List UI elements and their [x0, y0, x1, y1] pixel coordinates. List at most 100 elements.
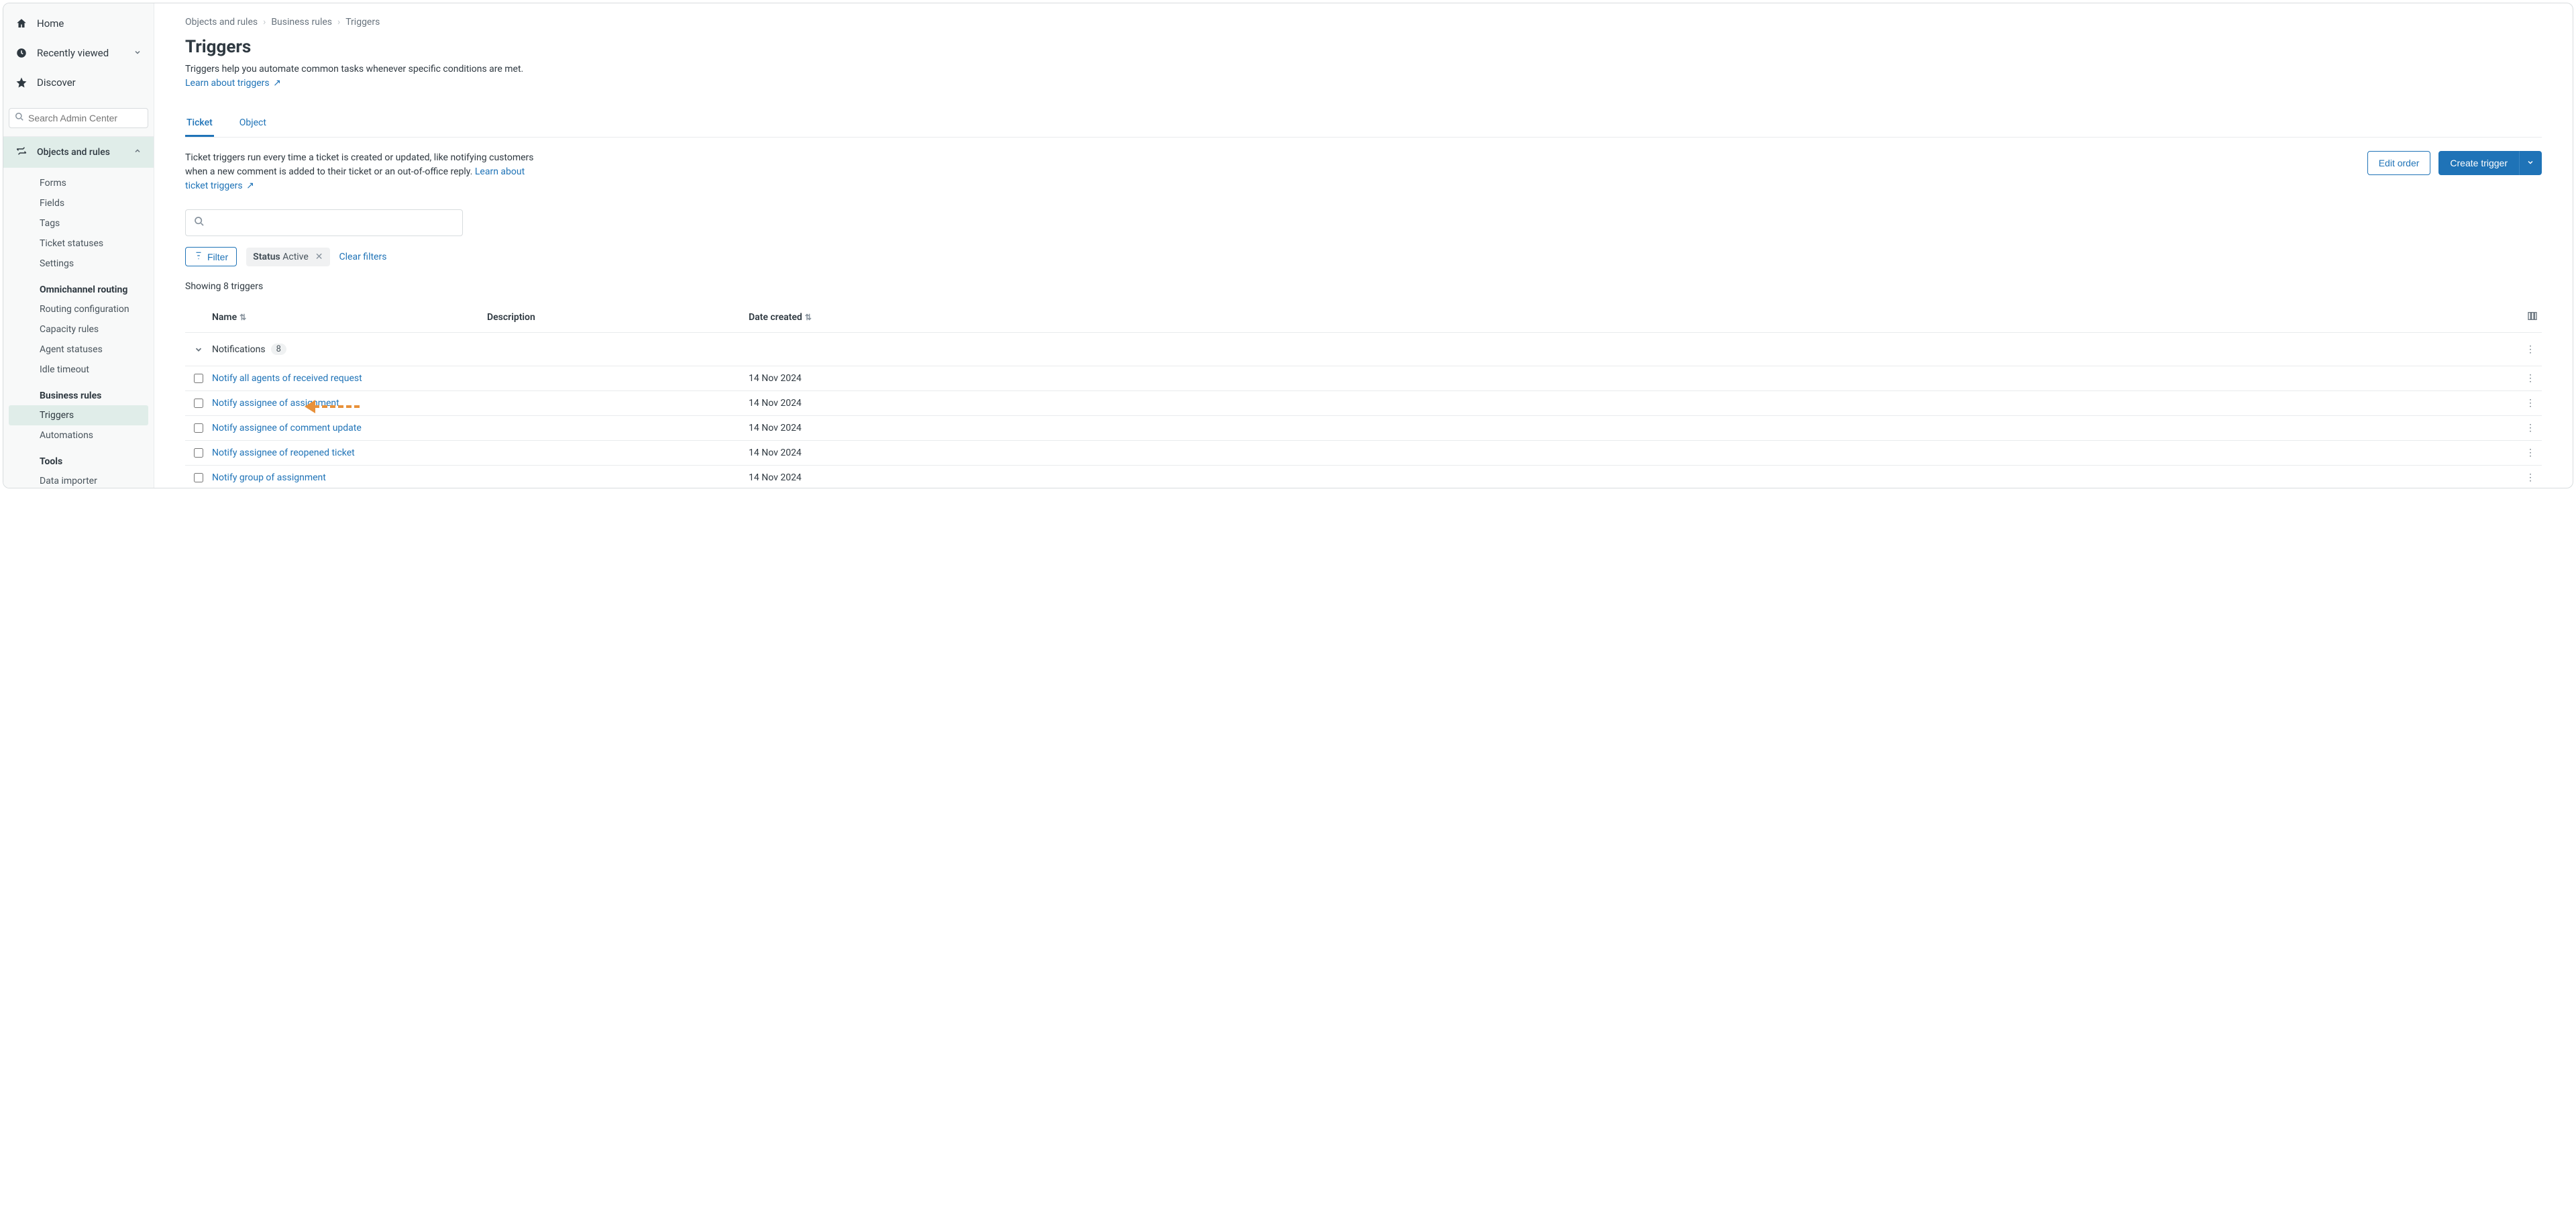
- table-row: Notify all agents of received request 14…: [185, 366, 2542, 391]
- home-icon: [15, 17, 28, 30]
- collapse-group-icon[interactable]: [185, 345, 212, 354]
- nav-home-label: Home: [37, 17, 64, 30]
- objects-rules-icon: [15, 145, 28, 160]
- sidebar-item-ticket-statuses[interactable]: Ticket statuses: [3, 233, 154, 254]
- row-checkbox[interactable]: [194, 448, 203, 458]
- breadcrumb-objects[interactable]: Objects and rules: [185, 17, 258, 28]
- row-checkbox[interactable]: [194, 423, 203, 433]
- nav-recently-viewed[interactable]: Recently viewed: [3, 38, 154, 68]
- clear-filters-link[interactable]: Clear filters: [339, 252, 387, 262]
- trigger-link[interactable]: Notify assignee of reopened ticket: [212, 448, 355, 458]
- filter-button[interactable]: Filter: [185, 247, 237, 266]
- sidebar: Home Recently viewed Discover Objects an…: [3, 3, 154, 488]
- trigger-group-row: Notifications 8 ⋮: [185, 333, 2542, 366]
- table-row: Notify assignee of reopened ticket 14 No…: [185, 441, 2542, 466]
- create-trigger-split: Create trigger: [2438, 151, 2542, 175]
- nav-discover-label: Discover: [37, 76, 76, 89]
- chevron-up-icon: [133, 147, 142, 158]
- breadcrumb-sep: ›: [263, 17, 266, 28]
- sidebar-item-settings[interactable]: Settings: [3, 254, 154, 274]
- group-business-rules: Business rules: [3, 380, 154, 405]
- row-date: 14 Nov 2024: [749, 472, 970, 483]
- row-actions-menu[interactable]: ⋮: [970, 373, 2542, 384]
- row-checkbox[interactable]: [194, 399, 203, 408]
- page-description: Triggers help you automate common tasks …: [185, 62, 2542, 91]
- trigger-link[interactable]: Notify assignee of assignment: [212, 398, 339, 409]
- sidebar-item-tags[interactable]: Tags: [3, 213, 154, 233]
- col-date-created[interactable]: Date created ⇅: [749, 312, 970, 323]
- external-link-icon: ↗: [244, 180, 254, 191]
- sidebar-item-data-importer[interactable]: Data importer: [3, 471, 154, 488]
- remove-chip-icon[interactable]: ✕: [315, 252, 323, 262]
- search-triggers-input[interactable]: [185, 209, 463, 236]
- main-content: Objects and rules › Business rules › Tri…: [154, 3, 2573, 488]
- group-actions-menu[interactable]: ⋮: [2526, 344, 2542, 355]
- sidebar-item-agent-statuses[interactable]: Agent statuses: [3, 339, 154, 360]
- search-icon: [15, 112, 24, 124]
- create-trigger-button[interactable]: Create trigger: [2438, 151, 2519, 175]
- row-date: 14 Nov 2024: [749, 398, 970, 409]
- row-checkbox[interactable]: [194, 473, 203, 482]
- filter-icon: [194, 251, 203, 262]
- learn-about-triggers-link[interactable]: Learn about triggers ↗: [185, 78, 281, 89]
- breadcrumb-triggers: Triggers: [345, 17, 380, 28]
- breadcrumb-business-rules[interactable]: Business rules: [271, 17, 332, 28]
- sidebar-item-routing-config[interactable]: Routing configuration: [3, 299, 154, 319]
- sidebar-item-fields[interactable]: Fields: [3, 193, 154, 213]
- columns-settings-icon[interactable]: [2527, 311, 2538, 324]
- external-link-icon: ↗: [271, 78, 281, 89]
- sort-icon: ⇅: [805, 313, 812, 322]
- sidebar-item-forms[interactable]: Forms: [3, 173, 154, 193]
- nav-discover[interactable]: Discover: [3, 68, 154, 97]
- row-date: 14 Nov 2024: [749, 423, 970, 433]
- search-admin-center[interactable]: [9, 108, 148, 128]
- section-objects-and-rules[interactable]: Objects and rules: [3, 137, 154, 168]
- breadcrumb-sep: ›: [337, 17, 340, 28]
- row-actions-menu[interactable]: ⋮: [970, 423, 2542, 433]
- edit-order-button[interactable]: Edit order: [2367, 151, 2431, 175]
- table-row: Notify group of assignment 14 Nov 2024 ⋮: [185, 466, 2542, 488]
- clock-icon: [15, 47, 28, 59]
- row-actions-menu[interactable]: ⋮: [970, 448, 2542, 458]
- sidebar-item-triggers[interactable]: Triggers: [9, 405, 148, 425]
- filter-chip-status[interactable]: Status Active ✕: [246, 248, 329, 266]
- tab-object[interactable]: Object: [238, 111, 268, 137]
- group-tools: Tools: [3, 446, 154, 471]
- row-actions-menu[interactable]: ⋮: [970, 398, 2542, 409]
- sidebar-item-automations[interactable]: Automations: [3, 425, 154, 446]
- sort-icon: ⇅: [239, 313, 246, 322]
- tab-ticket[interactable]: Ticket: [185, 111, 214, 137]
- col-name[interactable]: Name ⇅: [212, 312, 487, 323]
- sidebar-item-idle-timeout[interactable]: Idle timeout: [3, 360, 154, 380]
- row-date: 14 Nov 2024: [749, 373, 970, 384]
- table-row: Notify assignee of comment update 14 Nov…: [185, 416, 2542, 441]
- chevron-down-icon: [2526, 158, 2534, 168]
- trigger-link[interactable]: Notify group of assignment: [212, 472, 326, 483]
- star-icon: [15, 76, 28, 89]
- search-icon: [194, 216, 205, 229]
- create-trigger-dropdown[interactable]: [2519, 151, 2542, 175]
- group-name: Notifications: [212, 344, 266, 355]
- search-admin-input[interactable]: [28, 113, 142, 123]
- nav-home[interactable]: Home: [3, 9, 154, 38]
- row-checkbox[interactable]: [194, 374, 203, 383]
- tab-description: Ticket triggers run every time a ticket …: [185, 151, 534, 193]
- nav-recently-viewed-label: Recently viewed: [37, 47, 109, 59]
- group-omnichannel: Omnichannel routing: [3, 274, 154, 299]
- sidebar-item-capacity-rules[interactable]: Capacity rules: [3, 319, 154, 339]
- section-label: Objects and rules: [37, 147, 110, 158]
- table-header: Name ⇅ Description Date created ⇅: [185, 303, 2542, 333]
- table-row: Notify assignee of assignment 14 Nov 202…: [185, 391, 2542, 416]
- trigger-link[interactable]: Notify assignee of comment update: [212, 423, 362, 433]
- chevron-down-icon: [133, 47, 142, 59]
- col-description[interactable]: Description: [487, 312, 749, 323]
- triggers-table: Name ⇅ Description Date created ⇅ Notifi…: [185, 303, 2542, 488]
- row-date: 14 Nov 2024: [749, 448, 970, 458]
- breadcrumb: Objects and rules › Business rules › Tri…: [185, 17, 2542, 28]
- trigger-link[interactable]: Notify all agents of received request: [212, 373, 362, 384]
- page-title: Triggers: [185, 37, 2542, 57]
- group-count-badge: 8: [271, 344, 286, 355]
- tabs: Ticket Object: [185, 111, 2542, 138]
- row-actions-menu[interactable]: ⋮: [970, 472, 2542, 483]
- showing-count: Showing 8 triggers: [185, 281, 2542, 292]
